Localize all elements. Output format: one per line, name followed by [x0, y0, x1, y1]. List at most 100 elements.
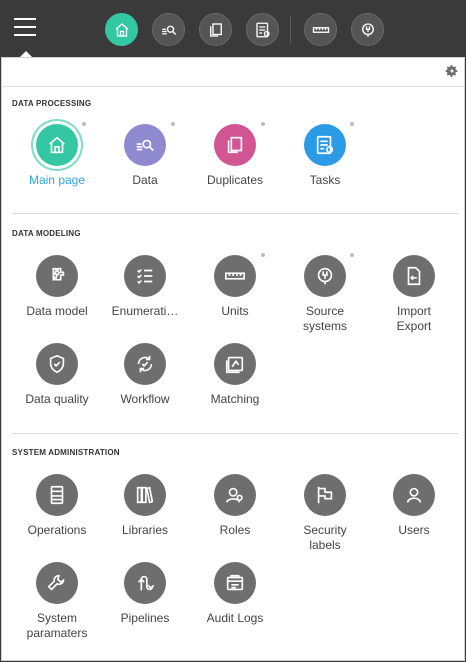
data-search-icon [136, 139, 154, 152]
top-bar [0, 0, 466, 56]
tile-workflow[interactable]: Workflow [100, 343, 190, 407]
import-export-circle [393, 255, 435, 297]
tile-main-page[interactable]: Main page [12, 124, 102, 188]
units-circle [214, 255, 256, 297]
tile-users[interactable]: Users [369, 474, 459, 538]
tile-label: Units [221, 304, 249, 318]
topbar-duplicates-button[interactable] [199, 13, 232, 46]
tile-label: Data [132, 173, 158, 187]
tasks-icon [316, 135, 334, 155]
topbar-units-button[interactable] [304, 13, 337, 46]
gear-icon[interactable] [445, 64, 459, 78]
tile-security-labels[interactable]: Security labels [280, 474, 370, 553]
audit-logs-circle [214, 562, 256, 604]
tile-pipelines[interactable]: Pipelines [100, 562, 190, 626]
duplicates-icon [209, 22, 222, 37]
libraries-circle [124, 474, 166, 516]
workflow-icon [137, 355, 153, 373]
matching-icon [225, 356, 244, 374]
tile-matching[interactable]: Matching [190, 343, 280, 407]
audit-logs-icon [226, 574, 244, 591]
tile-data-model[interactable]: Data model [12, 255, 102, 319]
tile-enumerations[interactable]: Enumerati… [100, 255, 190, 319]
tile-label: Matching [210, 392, 260, 406]
source-systems-circle [304, 255, 346, 297]
section-title-data-processing: DATA PROCESSING [12, 99, 92, 108]
topbar-separator [290, 16, 291, 44]
home-icon [49, 136, 65, 154]
data-quality-circle [36, 343, 78, 385]
topbar-source-systems-button[interactable] [351, 13, 384, 46]
topbar-home-button[interactable] [105, 13, 138, 46]
tile-source-systems[interactable]: Source systems [280, 255, 370, 334]
duplicates-icon [227, 136, 243, 154]
data-circle [124, 124, 166, 166]
indicator-dot [82, 122, 86, 126]
topbar-tasks-button[interactable] [246, 13, 279, 46]
indicator-dot [261, 253, 265, 257]
pipelines-circle [124, 562, 166, 604]
system-parameters-circle [36, 562, 78, 604]
tile-label: Source systems [302, 304, 347, 333]
enumerations-circle [124, 255, 166, 297]
libraries-icon [136, 486, 154, 504]
hamburger-menu-icon[interactable] [14, 18, 36, 36]
tile-label: Roles [219, 523, 251, 537]
tile-data-quality[interactable]: Data quality [12, 343, 102, 407]
topbar-data-button[interactable] [152, 13, 185, 46]
data-model-circle [36, 255, 78, 297]
units-icon [225, 272, 245, 280]
duplicates-circle [214, 124, 256, 166]
tile-label: Security labels [303, 523, 347, 552]
matching-circle [214, 343, 256, 385]
tile-audit-logs[interactable]: Audit Logs [190, 562, 280, 626]
indicator-dot [171, 122, 175, 126]
home-icon [115, 22, 128, 37]
workflow-circle [124, 343, 166, 385]
tile-label: Data quality [25, 392, 89, 406]
wrench-icon [47, 574, 65, 591]
tile-tasks[interactable]: Tasks [280, 124, 370, 188]
tile-label: Import Export [396, 304, 432, 333]
tile-label: Workflow [120, 392, 170, 406]
users-circle [393, 474, 435, 516]
data-model-icon [52, 267, 65, 281]
import-export-icon [407, 266, 421, 286]
tile-label: Duplicates [206, 173, 264, 187]
tile-label: Data model [26, 304, 88, 318]
tile-label: Main page [28, 173, 86, 187]
tile-roles[interactable]: Roles [190, 474, 280, 538]
tile-label: Enumerati… [111, 304, 179, 318]
indicator-dot [261, 122, 265, 126]
source-systems-icon [317, 267, 333, 285]
tile-duplicates[interactable]: Duplicates [190, 124, 280, 188]
tile-import-export[interactable]: Import Export [369, 255, 459, 334]
tile-label: Tasks [309, 173, 341, 187]
tile-operations[interactable]: Operations [12, 474, 102, 538]
tile-system-parameters[interactable]: System paramaters [12, 562, 102, 641]
source-systems-icon [361, 22, 374, 37]
user-icon [406, 487, 422, 503]
tile-label: Operations [27, 523, 87, 537]
main-page-circle [36, 124, 78, 166]
tile-data[interactable]: Data [100, 124, 190, 188]
tasks-circle [304, 124, 346, 166]
enumerations-icon [137, 268, 153, 285]
section-divider [12, 213, 458, 214]
header-divider [1, 86, 465, 87]
units-icon [312, 26, 329, 33]
tile-label: Users [398, 523, 430, 537]
operations-icon [50, 485, 64, 505]
operations-circle [36, 474, 78, 516]
section-title-data-modeling: DATA MODELING [12, 229, 81, 238]
tile-libraries[interactable]: Libraries [100, 474, 190, 538]
security-labels-circle [304, 474, 346, 516]
tile-label: Audit Logs [206, 611, 264, 625]
section-title-system-administration: SYSTEM ADMINISTRATION [12, 448, 120, 457]
flag-icon [317, 486, 333, 504]
tile-label: Pipelines [120, 611, 170, 625]
indicator-dot [350, 122, 354, 126]
data-search-icon [161, 25, 176, 35]
tile-label: System paramaters [26, 611, 88, 640]
tile-units[interactable]: Units [190, 255, 280, 319]
